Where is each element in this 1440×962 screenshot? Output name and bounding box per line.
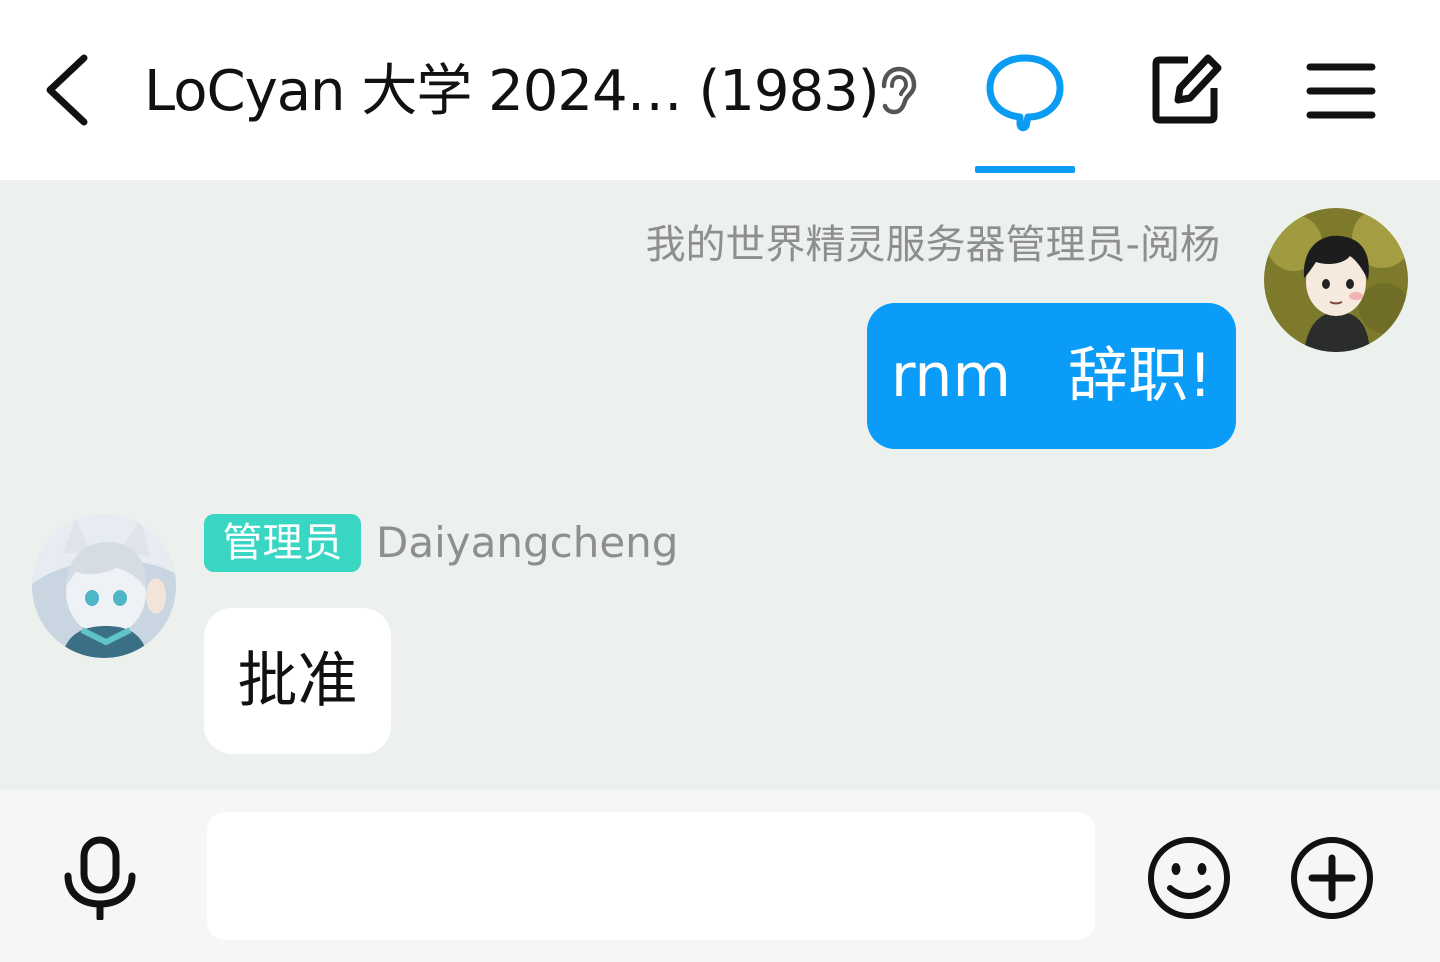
message-input[interactable]	[207, 812, 1095, 940]
ear-icon[interactable]	[876, 66, 920, 116]
message-bubble-incoming[interactable]: 批准	[204, 608, 391, 754]
menu-button[interactable]	[1306, 60, 1376, 122]
chat-header: LoCyan 大学 2024… (1983)	[0, 0, 1440, 180]
avatar[interactable]	[32, 514, 176, 658]
chevron-left-icon	[46, 54, 88, 126]
avatar[interactable]	[1264, 208, 1408, 352]
more-button[interactable]	[1288, 834, 1376, 922]
microphone-icon	[64, 836, 136, 920]
active-tab-indicator	[975, 166, 1075, 173]
group-title[interactable]: LoCyan 大学 2024… (1983)	[144, 56, 880, 128]
chat-bubble-icon	[986, 54, 1064, 132]
smiley-icon	[1148, 837, 1230, 919]
plus-circle-icon	[1291, 837, 1373, 919]
edit-button[interactable]	[1148, 50, 1224, 128]
sender-name: 我的世界精灵服务器管理员-阅杨	[645, 222, 1220, 268]
sender-name: Daiyangcheng	[376, 518, 679, 567]
emoji-button[interactable]	[1145, 834, 1233, 922]
edit-square-icon	[1152, 54, 1222, 124]
voice-button[interactable]	[62, 836, 138, 920]
message-bubble-outgoing[interactable]: rnm 辞职!	[867, 303, 1236, 449]
role-badge-admin: 管理员	[204, 514, 361, 572]
back-button[interactable]	[36, 52, 106, 128]
tab-chat[interactable]	[980, 50, 1070, 136]
hamburger-menu-icon	[1306, 63, 1376, 119]
